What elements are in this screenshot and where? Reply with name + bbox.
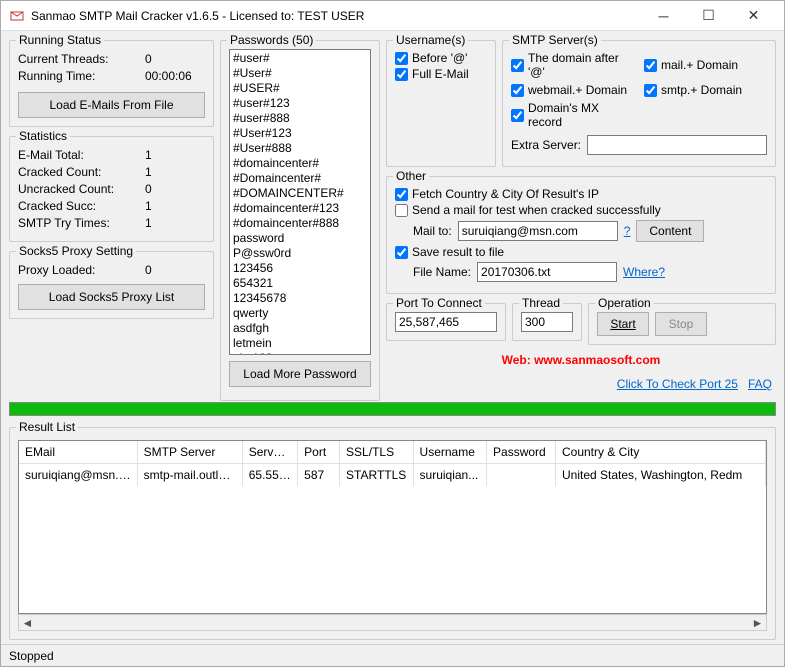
operation-group: Operation Start Stop — [588, 303, 776, 345]
before-at-checkbox[interactable]: Before '@' — [395, 51, 487, 65]
stat-value: 0 — [145, 182, 205, 196]
app-icon — [9, 8, 25, 24]
stat-label: Uncracked Count: — [18, 182, 145, 196]
app-window: Sanmao SMTP Mail Cracker v1.6.5 - Licens… — [0, 0, 785, 667]
stop-button[interactable]: Stop — [655, 312, 707, 336]
fetch-country-checkbox[interactable]: Fetch Country & City Of Result's IP — [395, 187, 767, 201]
running-status-legend: Running Status — [16, 33, 104, 47]
proxy-loaded-label: Proxy Loaded: — [18, 263, 145, 277]
port-legend: Port To Connect — [393, 296, 485, 310]
result-table[interactable]: EMailSMTP ServerServer IPPortSSL/TLSUser… — [18, 440, 767, 614]
column-header[interactable]: Port — [298, 441, 340, 463]
titlebar: Sanmao SMTP Mail Cracker v1.6.5 - Licens… — [1, 1, 784, 31]
file-name-label: File Name: — [413, 265, 471, 279]
maximize-button[interactable]: ☐ — [686, 2, 731, 30]
thread-input[interactable] — [521, 312, 573, 332]
load-emails-button[interactable]: Load E-Mails From File — [18, 92, 205, 118]
extra-server-input[interactable] — [587, 135, 767, 155]
table-row[interactable]: suruiqiang@msn.comsmtp-mail.outloo...65.… — [19, 464, 766, 486]
stat-value: 1 — [145, 165, 205, 179]
load-proxy-button[interactable]: Load Socks5 Proxy List — [18, 284, 205, 310]
mx-record-checkbox[interactable]: Domain's MX record — [511, 101, 634, 129]
other-group: Other Fetch Country & City Of Result's I… — [386, 176, 776, 294]
running-status-group: Running Status Current Threads:0 Running… — [9, 40, 214, 127]
content-button[interactable]: Content — [636, 220, 704, 242]
statistics-group: Statistics E-Mail Total:1Cracked Count:1… — [9, 136, 214, 242]
port-group: Port To Connect — [386, 303, 506, 341]
column-header[interactable]: Password — [487, 441, 556, 463]
start-button[interactable]: Start — [597, 312, 649, 336]
result-list-group: Result List EMailSMTP ServerServer IPPor… — [9, 427, 776, 640]
send-test-checkbox[interactable]: Send a mail for test when cracked succes… — [395, 203, 767, 217]
thread-legend: Thread — [519, 296, 563, 310]
operation-legend: Operation — [595, 296, 654, 310]
full-email-checkbox[interactable]: Full E-Mail — [395, 67, 487, 81]
status-bar: Stopped — [1, 644, 784, 666]
passwords-group: Passwords (50) #user# #User# #USER# #use… — [220, 40, 380, 401]
smtp-domain-checkbox[interactable]: smtp.+ Domain — [644, 83, 767, 97]
file-name-input[interactable] — [477, 262, 617, 282]
password-list[interactable]: #user# #User# #USER# #user#123 #user#888… — [229, 49, 371, 355]
minimize-button[interactable]: ─ — [641, 2, 686, 30]
smtp-legend: SMTP Server(s) — [509, 33, 601, 47]
save-result-checkbox[interactable]: Save result to file — [395, 245, 767, 259]
threads-label: Current Threads: — [18, 52, 145, 66]
running-time-label: Running Time: — [18, 69, 145, 83]
running-time-value: 00:00:06 — [145, 69, 205, 83]
passwords-legend: Passwords (50) — [227, 33, 316, 47]
statistics-legend: Statistics — [16, 129, 70, 143]
where-link[interactable]: Where? — [623, 265, 665, 279]
webmail-domain-checkbox[interactable]: webmail.+ Domain — [511, 83, 634, 97]
column-header[interactable]: SSL/TLS — [340, 441, 413, 463]
check-port-link[interactable]: Click To Check Port 25 — [617, 377, 738, 391]
threads-value: 0 — [145, 52, 205, 66]
column-header[interactable]: Server IP — [243, 441, 298, 463]
mailto-input[interactable] — [458, 221, 618, 241]
window-title: Sanmao SMTP Mail Cracker v1.6.5 - Licens… — [31, 9, 641, 23]
mail-domain-checkbox[interactable]: mail.+ Domain — [644, 51, 767, 79]
column-header[interactable]: Country & City — [556, 441, 766, 463]
help-link[interactable]: ? — [624, 224, 631, 238]
web-line: Web: www.sanmaosoft.com — [386, 349, 776, 371]
stat-label: Cracked Count: — [18, 165, 145, 179]
proxy-group: Socks5 Proxy Setting Proxy Loaded:0 Load… — [9, 251, 214, 319]
load-password-button[interactable]: Load More Password — [229, 361, 371, 387]
column-header[interactable]: Username — [414, 441, 487, 463]
progress-bar — [9, 402, 776, 416]
port-input[interactable] — [395, 312, 497, 332]
mailto-label: Mail to: — [413, 224, 452, 238]
domain-after-at-checkbox[interactable]: The domain after '@' — [511, 51, 634, 79]
other-legend: Other — [393, 169, 429, 183]
smtp-servers-group: SMTP Server(s) The domain after '@' mail… — [502, 40, 776, 167]
stat-label: E-Mail Total: — [18, 148, 145, 162]
close-button[interactable]: ✕ — [731, 2, 776, 30]
result-legend: Result List — [16, 420, 78, 434]
thread-group: Thread — [512, 303, 582, 341]
usernames-group: Username(s) Before '@' Full E-Mail — [386, 40, 496, 167]
stat-value: 1 — [145, 148, 205, 162]
usernames-legend: Username(s) — [393, 33, 468, 47]
extra-server-label: Extra Server: — [511, 138, 581, 152]
faq-link[interactable]: FAQ — [748, 377, 772, 391]
horizontal-scrollbar[interactable]: ◄► — [18, 614, 767, 631]
stat-label: Cracked Succ: — [18, 199, 145, 213]
column-header[interactable]: EMail — [19, 441, 138, 463]
stat-value: 1 — [145, 216, 205, 230]
status-text: Stopped — [9, 649, 54, 663]
stat-label: SMTP Try Times: — [18, 216, 145, 230]
stat-value: 1 — [145, 199, 205, 213]
proxy-legend: Socks5 Proxy Setting — [16, 244, 136, 258]
column-header[interactable]: SMTP Server — [138, 441, 243, 463]
proxy-loaded-value: 0 — [145, 263, 205, 277]
